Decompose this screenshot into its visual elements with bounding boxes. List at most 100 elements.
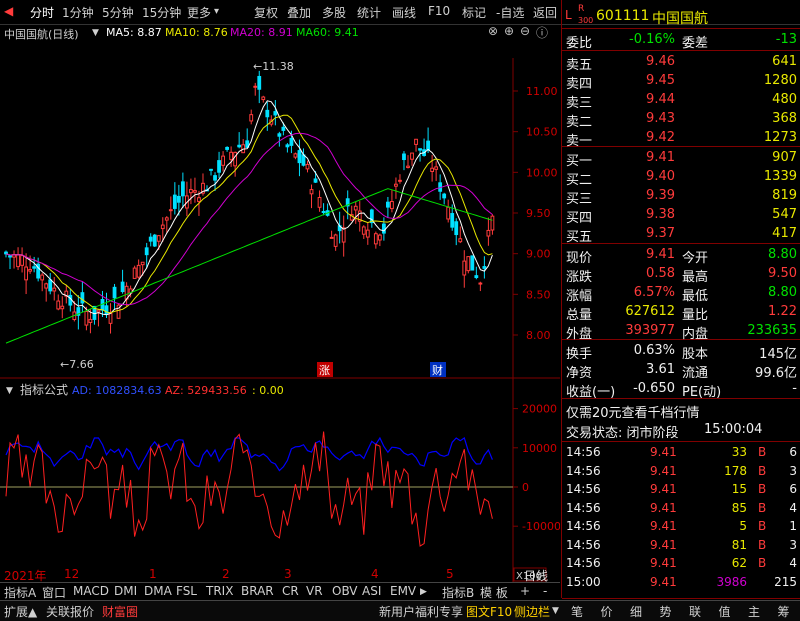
candle-body [394, 183, 398, 187]
candle-body [454, 221, 459, 236]
tab-emv[interactable]: EMV [390, 584, 416, 598]
stat2-row: 收益(一) -0.650 PE(动) - [562, 379, 800, 400]
stat-label: 内盘 [682, 327, 709, 342]
panel-tab[interactable]: 联 [689, 603, 701, 620]
kline-chart[interactable]: 11.00 10.50 10.00 9.50 9.00 8.50 8.00 20000 100… [0, 42, 560, 598]
candle-body [164, 217, 169, 221]
sidebar-link[interactable]: 侧边栏 [514, 603, 550, 620]
indicator-name[interactable]: 指标公式 [20, 382, 68, 397]
candle-body [225, 146, 229, 150]
candle-body [381, 223, 386, 234]
overlay-button[interactable]: 叠加 [287, 4, 311, 21]
weibi-row: 委比 -0.16% 委差 -13 [562, 30, 800, 51]
tab-template[interactable]: 模 板 [480, 584, 508, 601]
bid-row: 买二 9.40 1339 [562, 167, 800, 188]
tab-window[interactable]: 窗口 [42, 584, 66, 601]
back-arrow-icon[interactable]: ◀ [4, 4, 13, 18]
stat2-row: 换手 0.63% 股本 145亿 [562, 341, 800, 362]
panel-tab[interactable]: 细 [630, 603, 642, 620]
price-tick-label: 8.50 [526, 288, 551, 301]
candle-body [140, 261, 145, 266]
tab-15min[interactable]: 15分钟 [142, 4, 181, 21]
tab-macd[interactable]: MACD [73, 584, 109, 598]
tab-fsl[interactable]: FSL [176, 584, 197, 598]
draw-line-button[interactable]: 画线 [392, 4, 416, 21]
close-icon[interactable]: ⊗ [488, 24, 498, 38]
promo-row[interactable]: 仅需20元查看千档行情 [562, 400, 800, 421]
panel-tab[interactable]: 主 [748, 603, 760, 620]
candle-body [233, 151, 238, 167]
tick-price: 9.41 [650, 519, 677, 533]
tick-side: B [758, 556, 767, 570]
candle-body [482, 266, 487, 269]
tab-cr[interactable]: CR [282, 584, 299, 598]
candle-body [104, 305, 109, 315]
tab-indicator-b[interactable]: 指标B [442, 584, 474, 601]
candle-body [253, 85, 258, 88]
tick-price: 9.41 [650, 445, 677, 459]
stat-value: 6.57% [633, 285, 675, 300]
related-quotes-tab[interactable]: 关联报价 [46, 603, 94, 620]
panel-tab[interactable]: 筹 [778, 603, 790, 620]
ask-row: 卖三 9.44 480 [562, 90, 800, 111]
candle-body [24, 266, 29, 281]
tab-indicator-a[interactable]: 指标A [4, 584, 36, 601]
candle-body [257, 75, 262, 90]
wealth-circle-tab[interactable]: 财富圈 [102, 603, 138, 620]
expand-button[interactable]: 扩展▲ [4, 603, 37, 620]
chevron-down-icon[interactable]: ▾ [214, 6, 219, 17]
high-price-label: ←11.38 [253, 60, 294, 73]
settings-dropdown-icon[interactable]: ▼ [92, 28, 99, 38]
f10-button[interactable]: F10 [428, 4, 450, 18]
self-select-button[interactable]: -自选 [496, 4, 524, 21]
stock-title-row: L R 300 601111 中国国航 [562, 4, 800, 28]
tab-trix[interactable]: TRIX [206, 584, 233, 598]
panel-tab[interactable]: 势 [660, 603, 672, 620]
candle-body [297, 150, 302, 164]
panel-tab[interactable]: 笔 [571, 603, 583, 620]
price-axis: 11.00 10.50 10.00 9.50 9.00 8.50 8.00 [513, 85, 558, 342]
fuquan-button[interactable]: 复权 [254, 4, 278, 21]
tick-row: 14:56 9.41 5 B 1 [562, 517, 800, 537]
weicha-value: -13 [775, 32, 797, 47]
tab-more[interactable]: 更多 [187, 4, 211, 21]
bid-price: 9.40 [646, 169, 675, 184]
add-pane-button[interactable]: + [520, 584, 530, 598]
indicator-dropdown-icon[interactable]: ▼ [6, 386, 13, 396]
bid-volume: 1339 [763, 169, 797, 184]
tab-dma[interactable]: DMA [144, 584, 172, 598]
tab-obv[interactable]: OBV [332, 584, 358, 598]
tab-fenshi[interactable]: 分时 [30, 4, 54, 21]
tick-side: B [758, 500, 767, 515]
tick-count: 215 [774, 574, 797, 589]
ask-volume: 1280 [763, 73, 797, 88]
divider [562, 441, 800, 442]
return-button[interactable]: 返回 [533, 4, 557, 21]
panel-tab[interactable]: 值 [719, 603, 731, 620]
ma5-value: MA5: 8.87 [106, 26, 162, 39]
tab-5min[interactable]: 5分钟 [102, 4, 134, 21]
panel-tab[interactable]: 价 [601, 603, 613, 620]
promo-link[interactable]: 仅需20元查看千档行情 [566, 402, 700, 421]
stats-button[interactable]: 统计 [357, 4, 381, 21]
info-icon[interactable]: ⓘ [536, 24, 548, 41]
multi-stock-button[interactable]: 多股 [322, 4, 346, 21]
tab-dmi[interactable]: DMI [114, 584, 137, 598]
remove-pane-button[interactable]: - [543, 584, 547, 598]
tab-brar[interactable]: BRAR [241, 584, 274, 598]
tab-asi[interactable]: ASI [362, 584, 381, 598]
chevron-down-icon[interactable]: ▼ [552, 606, 559, 616]
zoom-out-icon[interactable]: ⊖ [520, 24, 530, 38]
tab-vr[interactable]: VR [306, 584, 323, 598]
candle-body [365, 229, 370, 238]
price-tick-label: 11.00 [526, 85, 558, 98]
candle-body [406, 165, 410, 168]
mark-button[interactable]: 标记 [462, 4, 486, 21]
new-user-benefit-link[interactable]: 新用户福利专享 [379, 603, 463, 620]
tab-1min[interactable]: 1分钟 [62, 4, 94, 21]
ask-price: 9.45 [646, 73, 675, 88]
f10-graphic-link[interactable]: 图文F10 [466, 603, 512, 620]
arrow-right-icon[interactable]: ▶ [420, 587, 427, 597]
ad-line [5, 436, 493, 472]
zoom-in-icon[interactable]: ⊕ [504, 24, 514, 38]
